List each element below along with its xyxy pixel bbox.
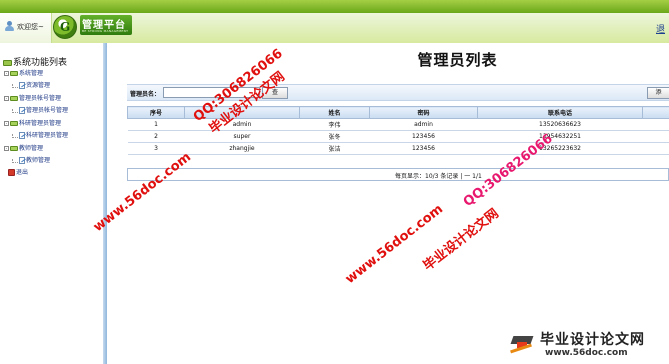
column-header <box>642 106 669 119</box>
tree-leaf-resource[interactable]: 资源管理 <box>12 80 50 89</box>
column-header: 姓名 <box>299 106 370 119</box>
cell-phone: 13520636623 <box>477 118 643 131</box>
tree-node-system[interactable]: - 系统管理 <box>4 68 43 77</box>
cell-name: 张洁 <box>299 142 370 155</box>
tree-node-research-admin[interactable]: - 科研管理员管理 <box>4 118 61 127</box>
column-header: 联系电话 <box>477 106 643 119</box>
cell-password: 123456 <box>369 142 478 155</box>
folder-icon <box>3 59 12 66</box>
logo-emblem-icon: G <box>53 15 77 39</box>
tree-leaf-research-admin[interactable]: 科研管理员管理 <box>12 130 68 139</box>
cell-actions <box>642 142 669 155</box>
collapse-icon[interactable]: - <box>4 146 9 151</box>
exit-icon <box>8 169 15 176</box>
cell-index: 3 <box>127 142 185 155</box>
collapse-icon[interactable]: - <box>4 96 9 101</box>
tree-node-admin-account[interactable]: - 管理员帐号管理 <box>4 93 61 102</box>
brand-title: 毕业设计论文网 <box>540 332 645 348</box>
page-edit-icon <box>19 157 25 164</box>
watermark-url: www.56doc.com <box>342 201 447 287</box>
header-stripe <box>0 0 669 13</box>
cell-phone: 13954632251 <box>477 130 643 143</box>
brand-url: www.56doc.com <box>545 348 628 358</box>
sidebar-exit[interactable]: 退出 <box>8 167 28 176</box>
logo-subtitle: BE STRONG MANAGEMENT <box>82 29 129 33</box>
logout-link[interactable]: 退 <box>656 22 665 35</box>
sidebar <box>0 43 103 364</box>
welcome-text: 欢迎您~ <box>17 23 44 31</box>
page-edit-icon <box>19 107 25 114</box>
cell-phone: 13265223632 <box>477 142 643 155</box>
folder-icon <box>10 121 18 126</box>
user-icon <box>5 21 14 31</box>
cell-username: zhangjie <box>184 142 300 155</box>
folder-icon <box>10 96 18 101</box>
cell-password: 123456 <box>369 130 478 143</box>
pagination-text: 每页显示：10/3 条记录 | 一 1/1 <box>395 173 482 180</box>
sidebar-border <box>103 43 107 364</box>
column-header: 序号 <box>127 106 185 119</box>
tree-leaf-teacher[interactable]: 教师管理 <box>12 155 50 164</box>
table-row[interactable]: 2 super 张冬 123456 13954632251 <box>127 130 669 143</box>
cell-password: admin <box>369 118 478 131</box>
collapse-icon[interactable]: - <box>4 71 9 76</box>
collapse-icon[interactable]: - <box>4 121 9 126</box>
page-edit-icon <box>19 132 25 139</box>
search-label: 管理员名： <box>130 91 161 98</box>
cell-actions <box>642 118 669 131</box>
page-title: 管理员列表 <box>417 51 498 69</box>
cell-index: 1 <box>127 118 185 131</box>
tree-leaf-admin-account[interactable]: 管理员帐号管理 <box>12 105 68 114</box>
tree-node-teacher[interactable]: - 教师管理 <box>4 143 43 152</box>
cell-actions <box>642 130 669 143</box>
page-edit-icon <box>19 82 25 89</box>
brand-logo-icon <box>510 333 536 354</box>
table-row[interactable]: 3 zhangjie 张洁 123456 13265223632 <box>127 142 669 155</box>
cell-index: 2 <box>127 130 185 143</box>
sidebar-title: 系统功能列表 <box>3 55 67 68</box>
cell-username: super <box>184 130 300 143</box>
add-button[interactable]: 添 <box>647 87 669 99</box>
cell-name: 李伟 <box>299 118 370 131</box>
folder-icon <box>10 146 18 151</box>
cell-name: 张冬 <box>299 130 370 143</box>
column-header: 密码 <box>369 106 478 119</box>
folder-icon <box>10 71 18 76</box>
